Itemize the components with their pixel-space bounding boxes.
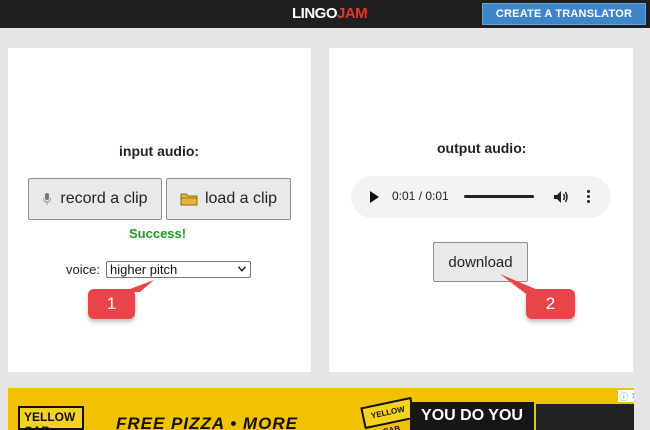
lingojam-logo[interactable]: LINGOJAM (292, 5, 368, 22)
load-clip-label: load a clip (204, 190, 278, 207)
success-message: Success! (129, 226, 187, 241)
callout-number-1: 1 (106, 294, 117, 313)
voice-select-value: higher pitch (110, 262, 178, 277)
more-options-icon[interactable] (587, 190, 591, 204)
ad-logo: YELLOW CAB (360, 396, 416, 430)
voice-select[interactable]: higher pitch (106, 261, 251, 278)
volume-icon[interactable] (553, 189, 569, 205)
output-audio-heading: output audio: (437, 140, 527, 156)
ad-dark-tag (536, 404, 634, 430)
callout-pointer-1 (122, 280, 154, 292)
record-clip-button[interactable]: record a clip (28, 178, 162, 220)
ad-slogan: YOU DO YOU (410, 402, 534, 430)
top-bar: LINGOJAM CREATE A TRANSLATOR (0, 0, 650, 28)
callout-number-2: 2 (545, 294, 556, 313)
audio-player: 0:01 / 0:01 (351, 176, 611, 218)
audio-progress-track[interactable] (464, 195, 534, 198)
ad-banner[interactable]: YELLOW CAB FREE PIZZA • MORE YELLOW CAB … (8, 388, 634, 430)
voice-label: voice: (66, 262, 100, 277)
close-icon[interactable]: ✕ (631, 391, 634, 402)
record-clip-label: record a clip (60, 190, 148, 207)
chevron-down-icon (238, 266, 246, 272)
create-translator-button[interactable]: CREATE A TRANSLATOR (482, 3, 646, 25)
info-icon[interactable]: ⓘ (619, 390, 628, 403)
input-audio-heading: input audio: (119, 143, 200, 159)
load-clip-button[interactable]: load a clip (166, 178, 291, 220)
ad-choices[interactable]: ⓘ ✕ (618, 390, 634, 402)
audio-time-display: 0:01 / 0:01 (392, 189, 449, 203)
folder-icon (180, 193, 198, 206)
ad-promo-text: FREE PIZZA • MORE (116, 414, 298, 430)
microphone-icon (43, 193, 52, 205)
callout-pointer-2 (500, 274, 538, 294)
play-icon[interactable] (370, 191, 379, 203)
logo-text-jam: JAM (337, 5, 368, 22)
ad-sign: YELLOW CAB (18, 406, 84, 430)
logo-text-lingo: LINGO (292, 5, 338, 22)
